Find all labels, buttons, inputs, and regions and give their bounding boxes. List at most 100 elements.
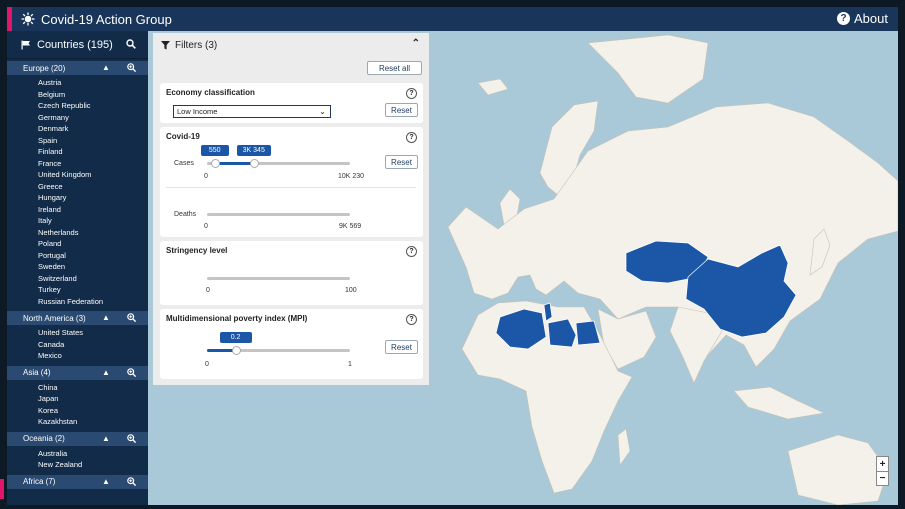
help-icon[interactable]: ? — [406, 246, 417, 257]
zoom-to-region-icon[interactable] — [127, 476, 136, 486]
economy-card: Economy classification ? Low Income ⌄ Re… — [160, 83, 423, 123]
chevron-down-icon: ⌄ — [319, 107, 326, 116]
country-item[interactable]: United States — [38, 327, 148, 339]
region-label: Africa (7) — [23, 477, 56, 486]
deaths-track[interactable] — [207, 213, 350, 216]
country-item[interactable]: Mexico — [38, 350, 148, 362]
cases-high-bubble: 3K 345 — [236, 145, 271, 156]
mpi-handle[interactable] — [231, 346, 241, 355]
country-item[interactable]: Finland — [38, 146, 148, 158]
stringency-max: 100 — [345, 287, 357, 294]
region-label: North America (3) — [23, 313, 86, 323]
country-item[interactable]: Canada — [38, 339, 148, 351]
cases-range-fill — [214, 162, 254, 165]
covid-reset-button[interactable]: Reset — [385, 155, 418, 169]
country-item[interactable]: Germany — [38, 112, 148, 124]
country-list: Australia New Zealand — [7, 446, 148, 473]
country-item[interactable]: Denmark — [38, 123, 148, 135]
country-item[interactable]: Belgium — [38, 89, 148, 101]
accent-marker — [0, 479, 4, 499]
chevron-up-icon[interactable]: ▲ — [102, 63, 110, 72]
country-item[interactable]: New Zealand — [38, 459, 148, 471]
economy-select[interactable]: Low Income ⌄ — [173, 105, 331, 118]
country-item[interactable]: Japan — [38, 393, 148, 405]
mpi-title: Multidimensional poverty index (MPI) — [166, 314, 308, 323]
zoom-to-region-icon[interactable] — [127, 433, 136, 443]
deaths-max: 9K 569 — [339, 223, 362, 230]
filters-title: Filters (3) — [175, 39, 218, 51]
stringency-card: Stringency level ? 0 100 — [160, 241, 423, 305]
country-item[interactable]: Austria — [38, 77, 148, 89]
left-edge — [0, 31, 7, 509]
country-item[interactable]: Korea — [38, 405, 148, 417]
country-item[interactable]: Hungary — [38, 192, 148, 204]
brand[interactable]: Covid-19 Action Group — [21, 12, 172, 27]
country-item[interactable]: Greece — [38, 181, 148, 193]
region-header[interactable]: Europe (20) ▲ — [7, 61, 148, 75]
country-item[interactable]: France — [38, 158, 148, 170]
region-header[interactable]: North America (3) ▲ — [7, 311, 148, 325]
cases-min: 0 — [204, 173, 208, 180]
country-item[interactable]: Sweden — [38, 261, 148, 273]
economy-reset-button[interactable]: Reset — [385, 103, 418, 117]
chevron-up-icon[interactable]: ▲ — [102, 368, 110, 377]
country-sidebar: Countries (195) Europe (20) ▲ Austria Belgi… — [7, 31, 148, 505]
economy-title: Economy classification — [166, 88, 255, 97]
region-header[interactable]: Oceania (2) ▲ — [7, 431, 148, 446]
region-header[interactable]: Africa (7) ▲ — [7, 474, 148, 489]
mpi-reset-button[interactable]: Reset — [385, 340, 418, 354]
zoom-to-region-icon[interactable] — [127, 367, 136, 377]
stringency-track[interactable] — [207, 277, 350, 280]
about-button[interactable]: ? About — [837, 11, 888, 26]
zoom-to-region-icon[interactable] — [127, 63, 136, 72]
zoom-in-button[interactable]: + — [877, 457, 888, 471]
country-item[interactable]: Poland — [38, 238, 148, 250]
country-item[interactable]: Kazakhstan — [38, 416, 148, 428]
help-icon[interactable]: ? — [406, 314, 417, 325]
virus-icon — [21, 12, 35, 26]
country-item[interactable]: Turkey — [38, 284, 148, 296]
deaths-label: Deaths — [174, 211, 197, 218]
country-item[interactable]: Italy — [38, 215, 148, 227]
question-icon: ? — [837, 12, 851, 25]
chevron-up-icon[interactable]: ▲ — [102, 313, 110, 322]
region-list: Europe (20) ▲ Austria Belgium Czech Republic… — [7, 61, 148, 489]
zoom-to-region-icon[interactable] — [127, 313, 136, 322]
filters-header[interactable]: Filters (3) ⌃ — [153, 33, 429, 57]
reset-all-button[interactable]: Reset all — [367, 61, 422, 75]
country-list: Austria Belgium Czech Republic Germany Denma… — [7, 75, 148, 309]
country-item[interactable]: Australia — [38, 448, 148, 460]
country-item[interactable]: Switzerland — [38, 273, 148, 285]
flag-icon — [21, 40, 30, 49]
about-label: About — [854, 11, 888, 26]
accent-strip — [7, 7, 12, 31]
country-item[interactable]: United Kingdom — [38, 169, 148, 181]
region-header[interactable]: Asia (4) ▲ — [7, 365, 148, 380]
stringency-title: Stringency level — [166, 246, 228, 255]
chevron-up-icon[interactable]: ▲ — [102, 434, 110, 443]
funnel-icon — [161, 40, 170, 49]
country-item[interactable]: Portugal — [38, 250, 148, 262]
chevron-up-icon[interactable]: ⌃ — [412, 38, 420, 49]
cases-label: Cases — [174, 160, 194, 167]
country-item[interactable]: China — [38, 382, 148, 394]
countries-header[interactable]: Countries (195) — [7, 31, 148, 59]
country-item[interactable]: Netherlands — [38, 227, 148, 239]
country-item[interactable]: Spain — [38, 135, 148, 147]
countries-title: Countries (195) — [37, 38, 113, 51]
country-item[interactable]: Ireland — [38, 204, 148, 216]
help-icon[interactable]: ? — [406, 88, 417, 99]
mpi-min: 0 — [205, 361, 209, 368]
help-icon[interactable]: ? — [406, 132, 417, 143]
filters-panel: Filters (3) ⌃ Reset all Economy classifi… — [153, 33, 429, 385]
country-item[interactable]: Russian Federation — [38, 296, 148, 308]
cases-high-handle[interactable] — [249, 159, 259, 168]
covid-card: Covid-19 ? 550 3K 345 Cases 0 10K 230 Re… — [160, 127, 423, 237]
chevron-up-icon[interactable]: ▲ — [102, 477, 110, 486]
app-window: Covid-19 Action Group ? About Countries … — [0, 0, 905, 509]
search-icon[interactable] — [126, 39, 136, 49]
cases-low-handle[interactable] — [210, 159, 220, 168]
zoom-out-button[interactable]: − — [877, 471, 888, 485]
country-item[interactable]: Czech Republic — [38, 100, 148, 112]
mpi-card: Multidimensional poverty index (MPI) ? 0… — [160, 309, 423, 379]
